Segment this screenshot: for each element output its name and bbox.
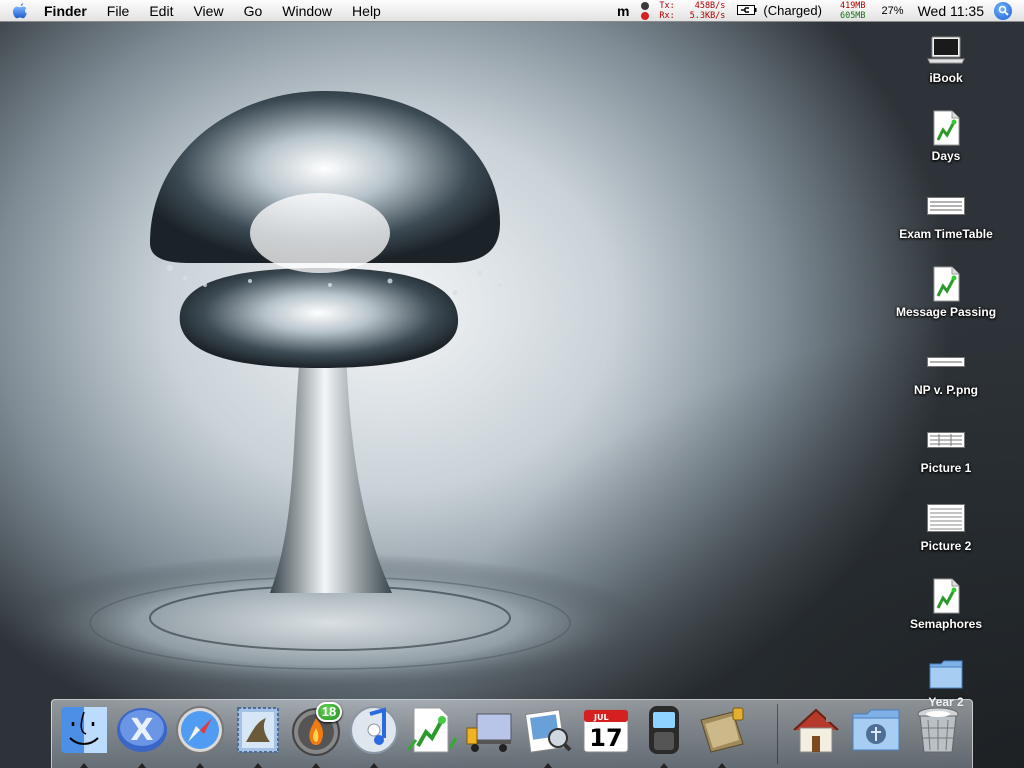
m-status-item[interactable]: m bbox=[609, 3, 637, 19]
running-indicator bbox=[312, 763, 320, 768]
desktop-icon-label: Picture 2 bbox=[920, 539, 972, 553]
desktop-icon-ibook[interactable]: iBook bbox=[884, 30, 1008, 104]
memory-top: 419MB bbox=[839, 0, 866, 11]
spotlight-search-icon[interactable] bbox=[994, 1, 1012, 20]
network-monitor[interactable]: Tx: 458B/s Rx: 5.3KB/s bbox=[653, 1, 731, 21]
desktop-icon-label: Picture 1 bbox=[920, 461, 972, 475]
desktop-icon-label: iBook bbox=[929, 71, 963, 85]
memory-monitor[interactable]: 419MB 605MB bbox=[832, 1, 874, 21]
menu-window[interactable]: Window bbox=[272, 0, 342, 22]
network-lights-icon bbox=[637, 1, 653, 20]
x-icon: X bbox=[117, 708, 167, 752]
calendar-day: 17 bbox=[589, 724, 622, 752]
rx-label: Rx: bbox=[659, 10, 675, 21]
dock-item-safari[interactable] bbox=[172, 704, 228, 768]
dock-item-notebook[interactable] bbox=[694, 704, 750, 768]
dock: X 18 JUL 17 bbox=[51, 699, 973, 768]
desktop-icon-label: Message Passing bbox=[895, 305, 997, 319]
finder-icon bbox=[61, 707, 107, 753]
dock-item-preview[interactable] bbox=[520, 704, 576, 768]
running-indicator bbox=[660, 763, 668, 768]
laptop-icon bbox=[924, 30, 968, 70]
rx-value: 5.3KB/s bbox=[689, 10, 726, 21]
desktop-icon-label: Exam TimeTable bbox=[899, 227, 993, 241]
dock-item-x-app[interactable]: X bbox=[114, 704, 170, 768]
memory-bottom: 605MB bbox=[839, 10, 866, 21]
desktop-icon-exam-timetable[interactable]: Exam TimeTable bbox=[884, 186, 1008, 260]
dock-item-trash[interactable] bbox=[910, 704, 966, 764]
applications-folder-icon bbox=[852, 709, 900, 751]
notebook-icon bbox=[700, 707, 744, 753]
unread-badge: 18 bbox=[316, 702, 342, 722]
document-icon bbox=[924, 264, 968, 304]
running-indicator bbox=[544, 763, 552, 768]
battery-plug-icon[interactable] bbox=[731, 3, 761, 19]
desktop-icon-semaphores[interactable]: Semaphores bbox=[884, 576, 1008, 650]
image-thumbnail-icon bbox=[924, 186, 968, 226]
phone-icon bbox=[649, 706, 679, 754]
calendar-icon: JUL 17 bbox=[583, 709, 629, 753]
menu-file[interactable]: File bbox=[97, 0, 140, 22]
dock-item-home[interactable] bbox=[788, 704, 844, 764]
truck-icon bbox=[466, 713, 512, 752]
cpu-monitor[interactable]: 27% bbox=[874, 5, 912, 17]
calendar-month: JUL bbox=[593, 713, 609, 722]
dock-item-applications[interactable] bbox=[848, 704, 904, 764]
desktop-icon-picture-1[interactable]: Picture 1 bbox=[884, 420, 1008, 494]
dock-item-ical[interactable]: JUL 17 bbox=[578, 704, 634, 764]
menu-help[interactable]: Help bbox=[342, 0, 391, 22]
document-chart-icon bbox=[406, 707, 458, 753]
menu-app-finder[interactable]: Finder bbox=[40, 0, 97, 22]
tx-value: 458B/s bbox=[694, 0, 726, 11]
folder-icon bbox=[924, 654, 968, 694]
running-indicator bbox=[718, 763, 726, 768]
battery-status[interactable]: (Charged) bbox=[761, 3, 832, 18]
itunes-icon bbox=[350, 706, 398, 754]
dock-item-finder[interactable] bbox=[56, 704, 112, 768]
desktop-icon-label: NP v. P.png bbox=[913, 383, 979, 397]
dock-separator bbox=[777, 704, 778, 764]
image-thumbnail-icon bbox=[924, 498, 968, 538]
dock-item-truck[interactable] bbox=[462, 704, 518, 764]
running-indicator bbox=[254, 763, 262, 768]
dock-item-document-chart[interactable] bbox=[404, 704, 460, 764]
menu-go[interactable]: Go bbox=[234, 0, 273, 22]
running-indicator bbox=[196, 763, 204, 768]
tx-label: Tx: bbox=[659, 0, 675, 11]
svg-text:X: X bbox=[130, 713, 153, 748]
document-icon bbox=[924, 576, 968, 616]
desktop-wallpaper bbox=[0, 23, 1024, 768]
desktop-icon-message-passing[interactable]: Message Passing bbox=[884, 264, 1008, 338]
dock-item-fire[interactable]: 18 bbox=[288, 702, 344, 768]
image-thumbnail-icon bbox=[924, 342, 968, 382]
running-indicator bbox=[138, 763, 146, 768]
status-menus: m Tx: 458B/s Rx: 5.3KB/s (Charged) 419MB 6… bbox=[609, 0, 1024, 22]
preview-icon bbox=[524, 709, 572, 753]
mail-stamp-icon bbox=[237, 707, 279, 753]
menu-view[interactable]: View bbox=[183, 0, 233, 22]
trash-icon bbox=[917, 707, 959, 753]
menu-bar: Finder File Edit View Go Window Help m T… bbox=[0, 0, 1024, 22]
desktop-icon-days[interactable]: Days bbox=[884, 108, 1008, 182]
dock-item-mail[interactable] bbox=[230, 704, 286, 768]
apple-menu[interactable] bbox=[0, 0, 40, 22]
dock-item-phone[interactable] bbox=[636, 704, 692, 768]
clock[interactable]: Wed 11:35 bbox=[912, 3, 994, 19]
apple-logo-icon bbox=[13, 2, 27, 18]
home-icon bbox=[793, 708, 839, 753]
desktop-icon-label: Semaphores bbox=[909, 617, 983, 631]
desktop-icon-picture-2[interactable]: Picture 2 bbox=[884, 498, 1008, 572]
running-indicator bbox=[370, 763, 378, 768]
running-indicator bbox=[80, 763, 88, 768]
desktop-icon-np-v-p[interactable]: NP v. P.png bbox=[884, 342, 1008, 416]
safari-compass-icon bbox=[176, 706, 224, 754]
menu-edit[interactable]: Edit bbox=[139, 0, 183, 22]
dock-item-itunes[interactable] bbox=[346, 704, 402, 768]
image-thumbnail-icon bbox=[924, 420, 968, 460]
document-icon bbox=[924, 108, 968, 148]
desktop-icon-label: Days bbox=[931, 149, 961, 163]
